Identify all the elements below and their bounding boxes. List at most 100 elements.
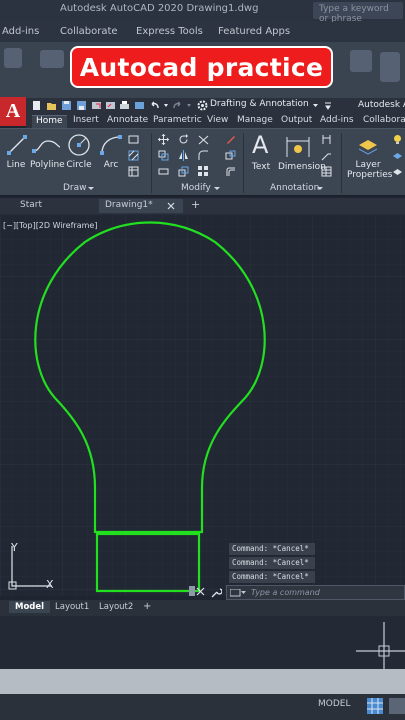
workspace-dropdown-icon[interactable] [312, 100, 319, 111]
command-line-input[interactable]: Type a command [226, 585, 405, 600]
share-icon[interactable] [134, 100, 145, 111]
command-prompt-icon [230, 589, 246, 597]
save-web-icon[interactable] [105, 100, 116, 111]
array-icon[interactable] [198, 166, 209, 177]
save-icon[interactable] [61, 100, 72, 111]
plot-icon[interactable] [119, 100, 130, 111]
circle-icon [68, 134, 90, 156]
stretch-icon[interactable] [158, 166, 169, 177]
open-folder-icon[interactable] [46, 100, 57, 111]
annotation-table-icon[interactable] [321, 166, 332, 177]
circle-tool-label: Circle [66, 160, 92, 170]
tab-output[interactable]: Output [277, 115, 316, 125]
ribbon-tab-bar: Home Insert Annotate Parametric View Man… [26, 114, 405, 128]
background-menu-item[interactable]: Featured Apps [218, 26, 290, 37]
annotation-panel-expand-icon[interactable] [317, 186, 323, 192]
background-menu-item[interactable]: Express Tools [136, 26, 203, 37]
rectangle-icon[interactable] [128, 134, 139, 145]
tab-manage[interactable]: Manage [233, 115, 277, 125]
tab-collaborate[interactable]: Collaborate [359, 115, 405, 125]
background-window-title: Autodesk AutoCAD 2020 Drawing1.dwg [60, 3, 259, 14]
layer-properties-label-1: Layer [355, 160, 381, 170]
background-menu-item[interactable]: Collaborate [60, 26, 118, 37]
drawing-canvas[interactable]: [−][Top][2D Wireframe] Y X [0, 214, 405, 596]
secondary-viewport [0, 616, 405, 669]
panel-separator [341, 133, 342, 193]
scale-icon[interactable] [178, 166, 189, 177]
redo-icon[interactable] [172, 100, 183, 111]
customize-qat-icon[interactable] [324, 100, 332, 111]
line-tool-button[interactable]: Line [5, 133, 27, 170]
customize-command-icon[interactable] [211, 587, 222, 598]
arc-tool-button[interactable]: Arc [98, 133, 124, 170]
lightbulb-layer-icon[interactable] [392, 134, 403, 145]
workspace-gear-icon[interactable] [197, 100, 208, 111]
tab-annotate[interactable]: Annotate [103, 115, 152, 125]
tab-layout2[interactable]: Layout2 [99, 602, 133, 612]
undo-dropdown-icon[interactable] [163, 100, 169, 111]
explode-icon[interactable] [225, 150, 236, 161]
background-menu-item[interactable]: Add-ins [2, 26, 39, 37]
draw-panel-title[interactable]: Draw [63, 183, 87, 193]
new-file-icon[interactable] [31, 100, 42, 111]
erase-icon[interactable] [225, 134, 236, 145]
bulb-outline [34, 221, 266, 534]
grid-display-icon[interactable] [366, 697, 384, 715]
draw-panel-expand-icon[interactable] [88, 186, 94, 192]
move-icon[interactable] [158, 134, 169, 145]
tab-start[interactable]: Start [20, 200, 42, 210]
rotate-icon[interactable] [178, 134, 189, 145]
svg-text:A: A [252, 131, 269, 159]
tab-add-ins[interactable]: Add-ins [316, 115, 358, 125]
background-title-bar: Autodesk AutoCAD 2020 Drawing1.dwg Type … [0, 0, 405, 24]
polyline-icon [32, 140, 61, 153]
tab-parametric[interactable]: Parametric [149, 115, 206, 125]
modify-panel-expand-icon[interactable] [214, 186, 220, 192]
document-tab-bar: Start Drawing1* + [0, 198, 405, 214]
annotation-panel-title[interactable]: Annotation [270, 183, 319, 193]
circle-tool-button[interactable]: Circle [66, 133, 92, 170]
add-layout-button[interactable]: + [143, 601, 151, 612]
text-tool-button[interactable]: A Text [249, 131, 273, 172]
hatch-icon[interactable] [128, 150, 139, 161]
linear-dimension-icon[interactable] [321, 134, 332, 145]
snap-mode-icon[interactable] [388, 697, 405, 715]
tab-home[interactable]: Home [32, 115, 67, 128]
copy-icon[interactable] [158, 150, 169, 161]
table-icon[interactable] [128, 166, 139, 177]
model-space-button[interactable]: MODEL [318, 699, 350, 709]
modify-panel-title[interactable]: Modify [181, 183, 211, 193]
layer-match-icon[interactable] [392, 166, 403, 177]
trim-icon[interactable] [198, 134, 209, 145]
close-command-line-icon[interactable] [196, 587, 205, 596]
save-as-icon[interactable] [76, 100, 87, 111]
fillet-icon[interactable] [198, 150, 209, 161]
layer-state-icon[interactable] [392, 150, 403, 161]
background-tool-icon [350, 50, 372, 72]
close-tab-icon[interactable] [167, 202, 175, 210]
tab-insert[interactable]: Insert [69, 115, 103, 125]
layer-properties-button[interactable]: Layer Properties [347, 131, 392, 180]
dimension-tool-button[interactable]: Dimension [278, 131, 326, 172]
application-title: Autodesk Au [358, 100, 405, 110]
ribbon-panel-area: Line Polyline Circle Arc Draw Modify A T… [0, 128, 405, 196]
text-tool-label: Text [251, 162, 271, 172]
quick-access-toolbar: Drafting & Annotation Autodesk Au [0, 98, 405, 114]
tab-layout1[interactable]: Layout1 [55, 602, 89, 612]
lightbulb-drawing[interactable] [0, 214, 405, 596]
tab-view[interactable]: View [203, 115, 232, 125]
undo-icon[interactable] [149, 100, 160, 111]
workspace-switcher[interactable]: Drafting & Annotation [210, 99, 309, 109]
mirror-icon[interactable] [178, 150, 189, 161]
new-tab-button[interactable]: + [191, 198, 200, 211]
polyline-tool-button[interactable]: Polyline [30, 133, 65, 170]
application-menu-button[interactable]: A [0, 97, 26, 126]
dimension-icon [286, 137, 310, 157]
offset-icon[interactable] [225, 166, 236, 177]
leader-icon[interactable] [321, 150, 332, 161]
open-web-icon[interactable] [91, 100, 102, 111]
background-search-input[interactable]: Type a keyword or phrase [313, 2, 403, 24]
background-menu-bar: Add-ins Collaborate Express Tools Featur… [0, 22, 405, 42]
redo-dropdown-icon[interactable] [186, 100, 192, 111]
tab-model[interactable]: Model [9, 601, 51, 613]
